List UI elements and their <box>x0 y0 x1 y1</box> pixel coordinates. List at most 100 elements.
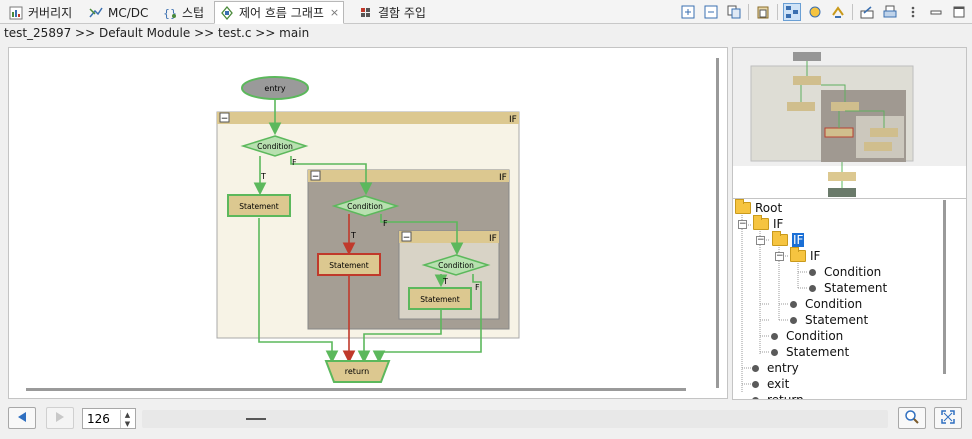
tree-item-if[interactable]: IF <box>790 247 821 264</box>
tree-item-condition[interactable]: Condition <box>767 328 843 344</box>
folder-icon <box>772 231 788 246</box>
return-node[interactable]: return <box>324 360 391 383</box>
condition-label: Condition <box>257 142 293 151</box>
graph-canvas[interactable]: − IF − IF − IF T F T F T F entry Conditi… <box>8 47 728 399</box>
false-branch-label: F <box>292 158 297 167</box>
tree-item-statement[interactable]: Statement <box>767 344 849 360</box>
condition-label: Condition <box>347 202 383 211</box>
return-label: return <box>345 367 369 376</box>
graph-overview[interactable] <box>732 47 967 199</box>
close-tab-icon[interactable]: × <box>330 6 339 19</box>
tab-label: 제어 흐름 그래프 <box>239 6 324 20</box>
collapse-icon[interactable]: − <box>738 220 747 229</box>
tab-coverage[interactable]: 커버리지 <box>4 1 76 24</box>
control-flow-graph[interactable]: − IF − IF − IF T F T F T F entry Conditi… <box>9 48 728 399</box>
if-label: IF <box>499 173 507 183</box>
tree-item-label: entry <box>767 361 799 375</box>
tree-item-condition[interactable]: Condition <box>786 296 862 312</box>
statement-label: Statement <box>420 295 460 304</box>
toolbar-separator <box>852 4 853 20</box>
tree-item-label: Statement <box>805 313 869 327</box>
leaf-node-icon <box>790 316 797 324</box>
back-button[interactable] <box>8 407 36 429</box>
leaf-node-icon <box>809 268 816 276</box>
tree-vertical-scrollbar[interactable] <box>943 200 946 374</box>
tree-item-label: IF <box>773 217 784 231</box>
statement-node[interactable]: Statement <box>227 194 291 217</box>
folder-icon <box>753 215 769 230</box>
collapse-icon[interactable]: − <box>756 236 765 245</box>
fit-to-window-button[interactable] <box>934 407 962 429</box>
link-icon[interactable] <box>829 3 847 21</box>
zoom-search-icon <box>904 409 920 428</box>
highlight-icon[interactable] <box>806 3 824 21</box>
control-flow-graph-icon <box>219 5 235 21</box>
collapse-all-icon[interactable] <box>702 3 720 21</box>
tab-label: 커버리지 <box>28 6 73 20</box>
tree-item-return[interactable]: return <box>748 392 804 400</box>
forward-button[interactable] <box>46 407 74 429</box>
if-label: IF <box>489 234 497 244</box>
tab-fault-injection[interactable]: 결함 주입 <box>354 1 430 24</box>
entry-label: entry <box>264 84 285 93</box>
tree-item-label: Condition <box>824 265 882 279</box>
tree-item-if[interactable]: IF <box>753 215 784 232</box>
statement-node[interactable]: Statement <box>317 253 381 276</box>
spin-up-icon[interactable]: ▲ <box>120 410 134 419</box>
statement-node[interactable]: Statement <box>408 287 472 310</box>
tree-item-label: return <box>767 393 804 400</box>
statement-label: Statement <box>239 202 279 211</box>
tree-item-label: Condition <box>786 329 844 343</box>
tree-item-label: Condition <box>805 297 863 311</box>
layout-icon[interactable] <box>783 3 801 21</box>
tab-control-flow-graph[interactable]: 제어 흐름 그래프 × <box>214 1 345 24</box>
tab-label: 결함 주입 <box>378 6 426 20</box>
tree-item-statement[interactable]: Statement <box>786 312 868 328</box>
minimize-icon[interactable] <box>927 3 945 21</box>
overview-minimap[interactable] <box>733 48 967 199</box>
canvas-horizontal-scrollbar[interactable] <box>26 388 686 391</box>
zoom-slider-thumb[interactable] <box>246 418 266 420</box>
more-icon[interactable] <box>904 3 922 21</box>
tree-item-label: IF <box>810 249 821 263</box>
tree-item-root[interactable]: Root <box>735 199 783 216</box>
zoom-slider[interactable] <box>142 410 888 428</box>
copy-icon[interactable] <box>725 3 743 21</box>
print-icon[interactable] <box>881 3 899 21</box>
tree-item-entry[interactable]: entry <box>748 360 799 376</box>
tree-item-label: IF <box>792 233 805 247</box>
if-label: IF <box>509 115 517 125</box>
tab-mcdc[interactable]: MC/DC <box>84 1 152 24</box>
entry-node[interactable]: entry <box>241 76 309 100</box>
collapse-label: − <box>312 172 320 182</box>
false-branch-label: F <box>383 219 388 228</box>
svg-text:{}: {} <box>163 7 177 20</box>
true-branch-label: T <box>442 277 448 286</box>
canvas-vertical-scrollbar[interactable] <box>716 58 719 388</box>
tree-item-statement[interactable]: Statement <box>805 280 887 296</box>
tree-item-if-selected[interactable]: IF <box>772 231 805 248</box>
tree-item-label: Root <box>755 201 783 215</box>
back-arrow-icon <box>17 411 27 426</box>
statement-label: Statement <box>329 261 369 270</box>
tab-stub[interactable]: {} 스텁 <box>158 1 208 24</box>
zoom-button[interactable] <box>898 407 926 429</box>
zoom-value: 126 <box>87 411 110 426</box>
toolbar-separator <box>777 4 778 20</box>
tree-item-condition[interactable]: Condition <box>805 264 881 280</box>
outline-tree[interactable]: Root − IF − IF − IF Condition Statement … <box>732 198 967 400</box>
stub-icon: {} <box>162 5 178 21</box>
collapse-icon[interactable]: − <box>775 252 784 261</box>
fault-injection-icon <box>358 5 374 21</box>
leaf-node-icon <box>752 380 759 388</box>
maximize-icon[interactable] <box>950 3 968 21</box>
export-icon[interactable] <box>858 3 876 21</box>
zoom-level-input[interactable]: 126 ▲ ▼ <box>82 408 136 429</box>
tree-item-exit[interactable]: exit <box>748 376 789 392</box>
folder-icon <box>790 247 806 262</box>
view-toolbar <box>674 3 968 21</box>
leaf-node-icon <box>752 396 759 399</box>
expand-all-icon[interactable] <box>679 3 697 21</box>
spin-down-icon[interactable]: ▼ <box>120 419 134 428</box>
paste-icon[interactable] <box>754 3 772 21</box>
